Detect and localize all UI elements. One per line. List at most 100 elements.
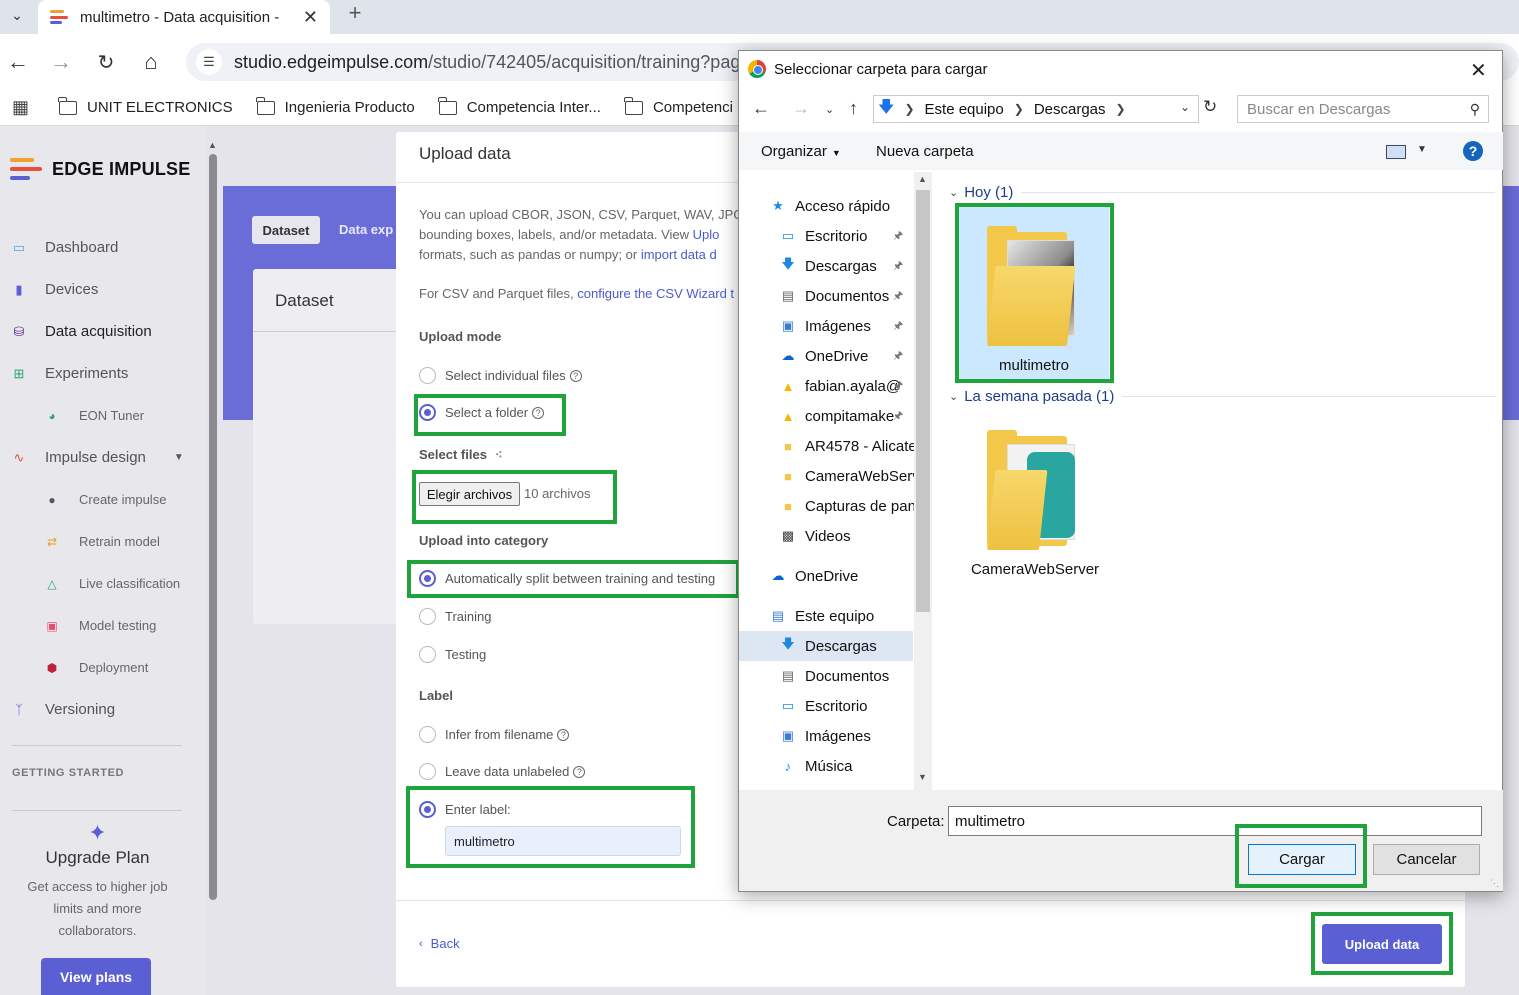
sidebar-item-model-testing[interactable]: ▣ Model testing [44,618,156,633]
dialog-close-icon[interactable]: ✕ [1470,58,1487,83]
tab-data-explorer[interactable]: Data exp [339,216,393,244]
tab-search-chevron-icon[interactable]: ⌄ [4,2,30,28]
address-dropdown-icon[interactable]: ⌄ [1180,100,1190,114]
dialog-search-input[interactable]: Buscar en Descargas ⚲ [1237,95,1489,123]
help-icon[interactable]: ? [569,369,582,382]
tree-item[interactable]: 🡇 Descargas 🖈 [779,251,903,281]
tree-item[interactable]: ▤ Documentos 🖈 [779,281,903,311]
upload-folder-button[interactable]: Cargar [1248,844,1356,875]
tree-item[interactable]: ▲ fabian.ayala@ 🖈 [779,371,904,401]
tree-item[interactable]: ▩ Videos [779,521,851,551]
radio-infer-from-filename[interactable]: Infer from filename? [419,726,570,743]
cancel-button[interactable]: Cancelar [1373,844,1480,875]
tree-item[interactable]: ▣ Imágenes [779,721,871,751]
caret-down-icon[interactable]: ▼ [174,452,184,463]
sidebar-scrollbar[interactable]: ▲ [207,140,219,902]
folder-multimetro-icon[interactable] [987,226,1077,346]
radio-circle[interactable] [419,726,436,743]
site-settings-icon[interactable]: ☰ [196,49,222,75]
radio-circle[interactable] [419,367,436,384]
dialog-forward-arrow-icon[interactable]: → [792,98,810,119]
radio-circle-selected[interactable] [419,570,436,587]
tree-item[interactable]: ▤ Este equipo [769,601,874,631]
sidebar-item-versioning[interactable]: ᛉ Versioning [10,701,115,718]
tree-item[interactable]: ▤ Documentos [779,661,889,691]
help-icon[interactable]: ? [1463,141,1483,161]
tab-dataset[interactable]: Dataset [252,216,320,244]
tree-item[interactable]: ♪ Música [779,751,853,781]
view-plans-button[interactable]: View plans [41,958,151,995]
help-icon[interactable]: ? [557,728,570,741]
scroll-up-icon[interactable]: ▲ [208,140,217,150]
radio-circle-selected[interactable] [419,404,436,421]
folder-camerawebserver-name[interactable]: CameraWebServer [950,561,1120,578]
getting-started-heading[interactable]: GETTING STARTED [12,767,124,779]
help-icon[interactable]: ? [573,765,586,778]
scrollbar-thumb[interactable] [916,190,930,612]
organize-menu[interactable]: Organizar ▼ [761,143,841,160]
tree-item[interactable]: ■ CameraWebServ [779,461,920,491]
sidebar-item-devices[interactable]: ▮ Devices [10,281,98,298]
tree-item[interactable]: ☁ OneDrive [769,561,859,591]
sidebar-item-create-impulse[interactable]: ● Create impulse [44,492,166,507]
scroll-down-icon[interactable]: ▼ [918,772,927,782]
radio-circle[interactable] [419,646,436,663]
upload-data-button[interactable]: Upload data [1322,924,1442,964]
view-mode-icon[interactable] [1386,145,1406,159]
tree-item[interactable]: ▲ compitamake 🖈 [779,401,904,431]
bookmark-competenci[interactable]: Competenci [623,96,733,116]
radio-testing[interactable]: Testing [419,646,486,663]
tree-item[interactable]: ▭ Escritorio [779,691,868,721]
tree-item[interactable]: ▭ Escritorio 🖈 [779,221,903,251]
sidebar-item-data-acquisition[interactable]: ⛁ Data acquisition [10,323,152,340]
brand-logo[interactable]: EDGE IMPULSE [10,158,190,180]
group-last-week[interactable]: ⌄ La semana pasada (1) [949,388,1497,405]
refresh-icon[interactable]: ↻ [1203,97,1217,117]
bookmark-unit-electronics[interactable]: UNIT ELECTRONICS [58,96,233,116]
new-tab-plus-icon[interactable]: + [343,0,367,26]
choose-files-button[interactable]: Elegir archivos [419,482,520,506]
import-data-link[interactable]: import data d [641,247,717,262]
up-arrow-icon[interactable]: ↑ [849,98,858,119]
sidebar-item-deployment[interactable]: ⬢ Deployment [44,660,149,675]
tree-item[interactable]: ▣ Imágenes 🖈 [779,311,903,341]
folder-name-input[interactable]: multimetro [948,806,1482,836]
radio-enter-label[interactable]: Enter label: [419,801,511,818]
folder-multimetro-name[interactable]: multimetro [959,357,1109,374]
sidebar-item-dashboard[interactable]: ▭ Dashboard [10,239,119,256]
sidebar-item-experiments[interactable]: ⊞ Experiments [10,365,129,382]
tree-item[interactable]: 🡇 Descargas [779,631,876,661]
upload-docs-link[interactable]: Uplo [693,227,720,242]
bookmark-competencia-inter[interactable]: Competencia Inter... [437,96,601,116]
navigation-scrollbar[interactable]: ▲ ▼ [914,172,932,790]
tree-item[interactable]: ■ Capturas de pan [779,491,916,521]
group-today[interactable]: ⌄ Hoy (1) [949,184,1496,201]
label-input[interactable]: multimetro [445,826,681,856]
back-link[interactable]: ‹ Back [419,936,460,951]
tree-item[interactable]: ■ AR4578 - Alicate [779,431,917,461]
browser-tab[interactable]: multimetro - Data acquisition - ✕ [38,0,330,34]
sidebar-item-retrain-model[interactable]: ⇄ Retrain model [44,534,160,549]
tree-item[interactable]: ★ Acceso rápido [769,191,890,221]
scroll-up-icon[interactable]: ▲ [918,174,927,184]
sidebar-item-impulse-design[interactable]: ∿ Impulse design ▼ [10,449,184,466]
home-icon[interactable]: ⌂ [137,48,165,76]
radio-circle-selected[interactable] [419,801,436,818]
back-arrow-icon[interactable]: ← [4,48,32,76]
dialog-address-bar[interactable]: 🡇 ❯ Este equipo ❯ Descargas ❯ [873,95,1199,123]
radio-auto-split[interactable]: Automatically split between training and… [419,570,715,587]
new-folder-button[interactable]: Nueva carpeta [876,143,974,160]
radio-training[interactable]: Training [419,608,491,625]
caret-down-icon[interactable]: ▼ [1417,144,1427,155]
radio-select-folder[interactable]: Select a folder? [419,404,545,421]
radio-select-individual-files[interactable]: Select individual files? [419,367,582,384]
radio-circle[interactable] [419,608,436,625]
bookmark-ingenieria-producto[interactable]: Ingenieria Producto [255,96,415,116]
resize-grip-icon[interactable]: ⋱ [1490,878,1499,889]
breadcrumb-descargas[interactable]: Descargas [1034,101,1106,118]
reload-icon[interactable]: ↻ [92,48,120,76]
csv-wizard-link[interactable]: configure the CSV Wizard t [577,286,734,301]
radio-leave-unlabeled[interactable]: Leave data unlabeled? [419,763,586,780]
forward-arrow-icon[interactable]: → [47,48,75,76]
close-tab-icon[interactable]: ✕ [303,7,318,28]
